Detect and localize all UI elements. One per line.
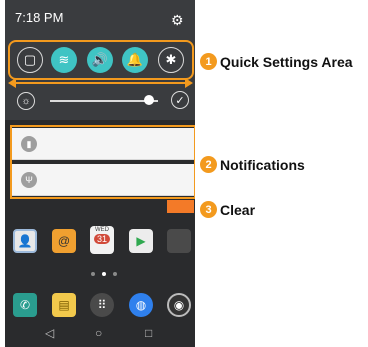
calendar-date: 31 xyxy=(94,234,110,244)
page-indicator-dot-active xyxy=(102,272,106,276)
brightness-icon: ☼ xyxy=(17,92,35,110)
recent-apps-button[interactable]: □ xyxy=(145,326,152,340)
callout-notifications: 2 Notifications xyxy=(200,156,305,173)
sound-icon[interactable]: 🔊 xyxy=(87,47,113,73)
qslide-icon[interactable]: ▢ xyxy=(17,47,43,73)
battery-icon: ▮ xyxy=(21,136,37,152)
apps-icon[interactable]: ⠿ xyxy=(90,293,114,317)
usb-icon: Ψ xyxy=(21,172,37,188)
arrow-right-icon xyxy=(185,78,193,88)
email-icon[interactable]: @ xyxy=(52,229,76,253)
calendar-day: WED xyxy=(95,227,109,233)
camera-icon[interactable]: ◉ xyxy=(167,293,191,317)
calendar-icon[interactable]: WED 31 xyxy=(90,226,114,254)
scroll-arrow xyxy=(13,82,189,84)
callout-number: 1 xyxy=(200,53,217,70)
messaging-icon[interactable]: ▤ xyxy=(52,293,76,317)
internet-icon[interactable]: ◍ xyxy=(129,293,153,317)
phone-icon[interactable]: ✆ xyxy=(13,293,37,317)
brightness-slider[interactable] xyxy=(50,100,158,102)
callout-label: Clear xyxy=(220,201,256,218)
callout-number: 2 xyxy=(200,156,217,173)
callout-label: Quick Settings Area xyxy=(220,53,353,70)
auto-brightness-icon[interactable]: ✓ xyxy=(171,91,189,109)
page-indicator-dot xyxy=(91,272,95,276)
phone-screen: 7:18 PM ⚙ ▢ ≋ 🔊 🔔 ✱ ☼ ✓ ▮ Ψ 👤 @ WED 31 ▶… xyxy=(5,0,195,347)
back-button[interactable]: ◁ xyxy=(45,326,54,340)
callout-label: Notifications xyxy=(220,156,305,173)
gear-icon[interactable]: ⚙ xyxy=(171,12,184,29)
notification-icon[interactable]: 🔔 xyxy=(122,47,148,73)
google-apps-folder-icon[interactable] xyxy=(167,229,191,253)
page-indicator-dot xyxy=(113,272,117,276)
contacts-icon[interactable]: 👤 xyxy=(13,229,37,253)
play-store-icon[interactable]: ▶ xyxy=(129,229,153,253)
clear-button[interactable] xyxy=(167,200,194,213)
callout-number: 3 xyxy=(200,201,217,218)
wifi-icon[interactable]: ≋ xyxy=(51,47,77,73)
notification-item[interactable]: ▮ xyxy=(12,128,194,160)
notification-item[interactable]: Ψ xyxy=(12,164,194,196)
home-button[interactable]: ○ xyxy=(95,326,102,340)
callout-clear: 3 Clear xyxy=(200,201,255,218)
bluetooth-icon[interactable]: ✱ xyxy=(158,47,184,73)
callout-quick-settings: 1 Quick Settings Area xyxy=(200,53,353,70)
status-time: 7:18 PM xyxy=(15,10,64,25)
